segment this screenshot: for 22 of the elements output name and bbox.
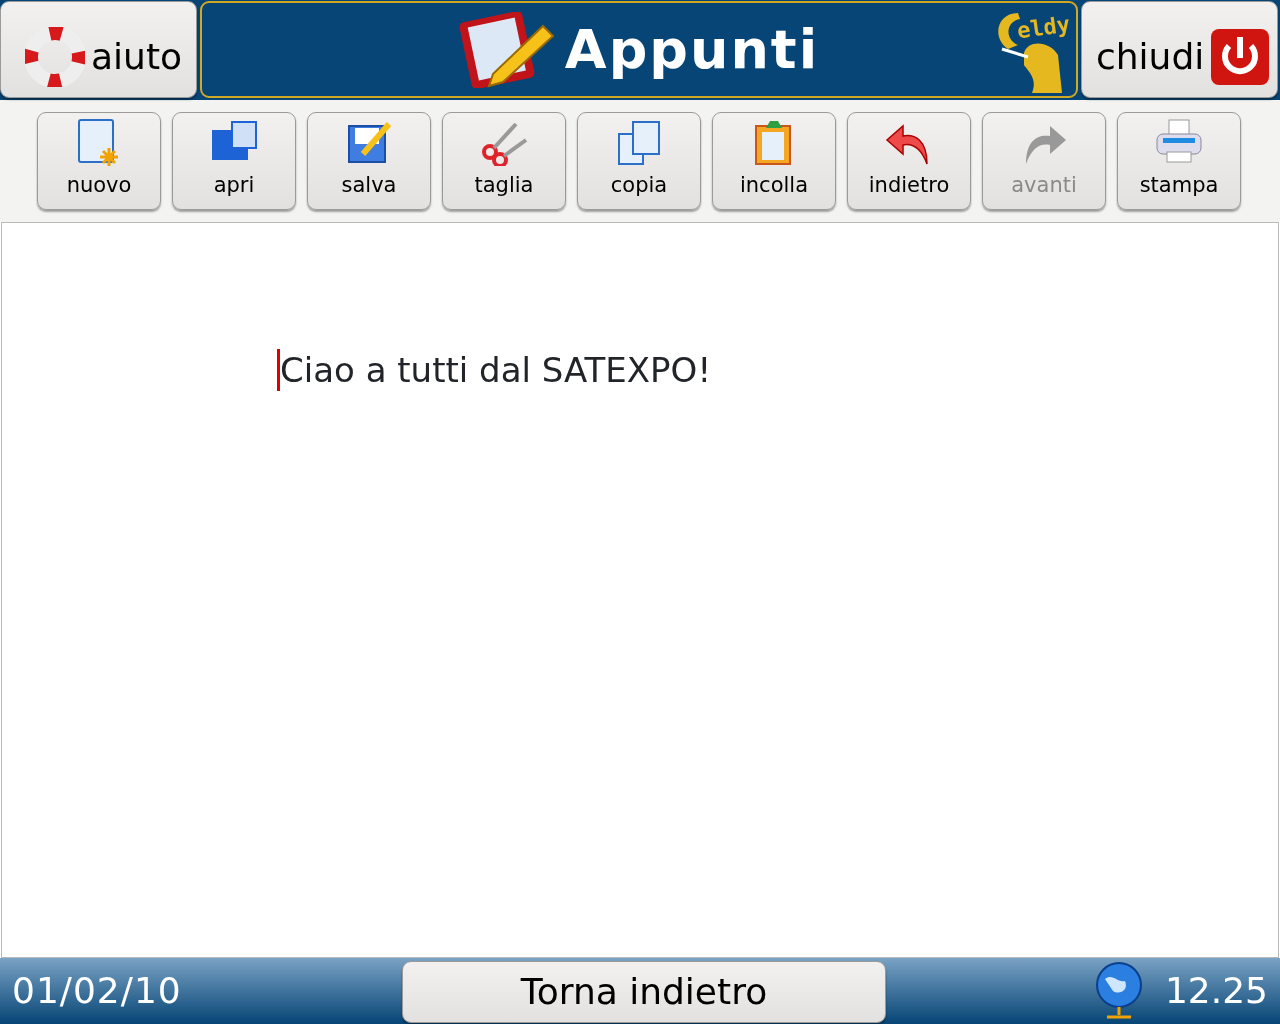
toolbar-button[interactable]: nuovo (37, 112, 161, 210)
toolbar-button[interactable]: apri (172, 112, 296, 210)
toolbar-button[interactable]: incolla (712, 112, 836, 210)
clock-time: 12.25 (1164, 969, 1268, 1013)
printer-icon (1155, 117, 1203, 166)
date-text: 01/02/10 (12, 969, 183, 1013)
power-icon (1210, 27, 1271, 86)
editor-text: Ciao a tutti dal SATEXPO! (277, 349, 711, 391)
back-button[interactable]: Torna indietro (402, 961, 886, 1023)
logo-text: eldy (1015, 10, 1073, 46)
lifebuoy-icon (25, 26, 85, 87)
globe-network-icon (1094, 961, 1143, 1021)
toolbar-button[interactable]: indietro (847, 112, 971, 210)
toolbar-button[interactable]: stampa (1117, 112, 1241, 210)
toolbar-button[interactable]: salva (307, 112, 431, 210)
notepad-pencil-icon (458, 11, 555, 88)
help-button[interactable]: aiuto (0, 1, 197, 98)
toolbar-button[interactable]: taglia (442, 112, 566, 210)
text-editor[interactable]: Ciao a tutti dal SATEXPO! (1, 222, 1279, 958)
close-button[interactable]: chiudi (1081, 1, 1278, 98)
toolbar-button[interactable]: copia (577, 112, 701, 210)
app-title: Appunti (564, 17, 820, 83)
